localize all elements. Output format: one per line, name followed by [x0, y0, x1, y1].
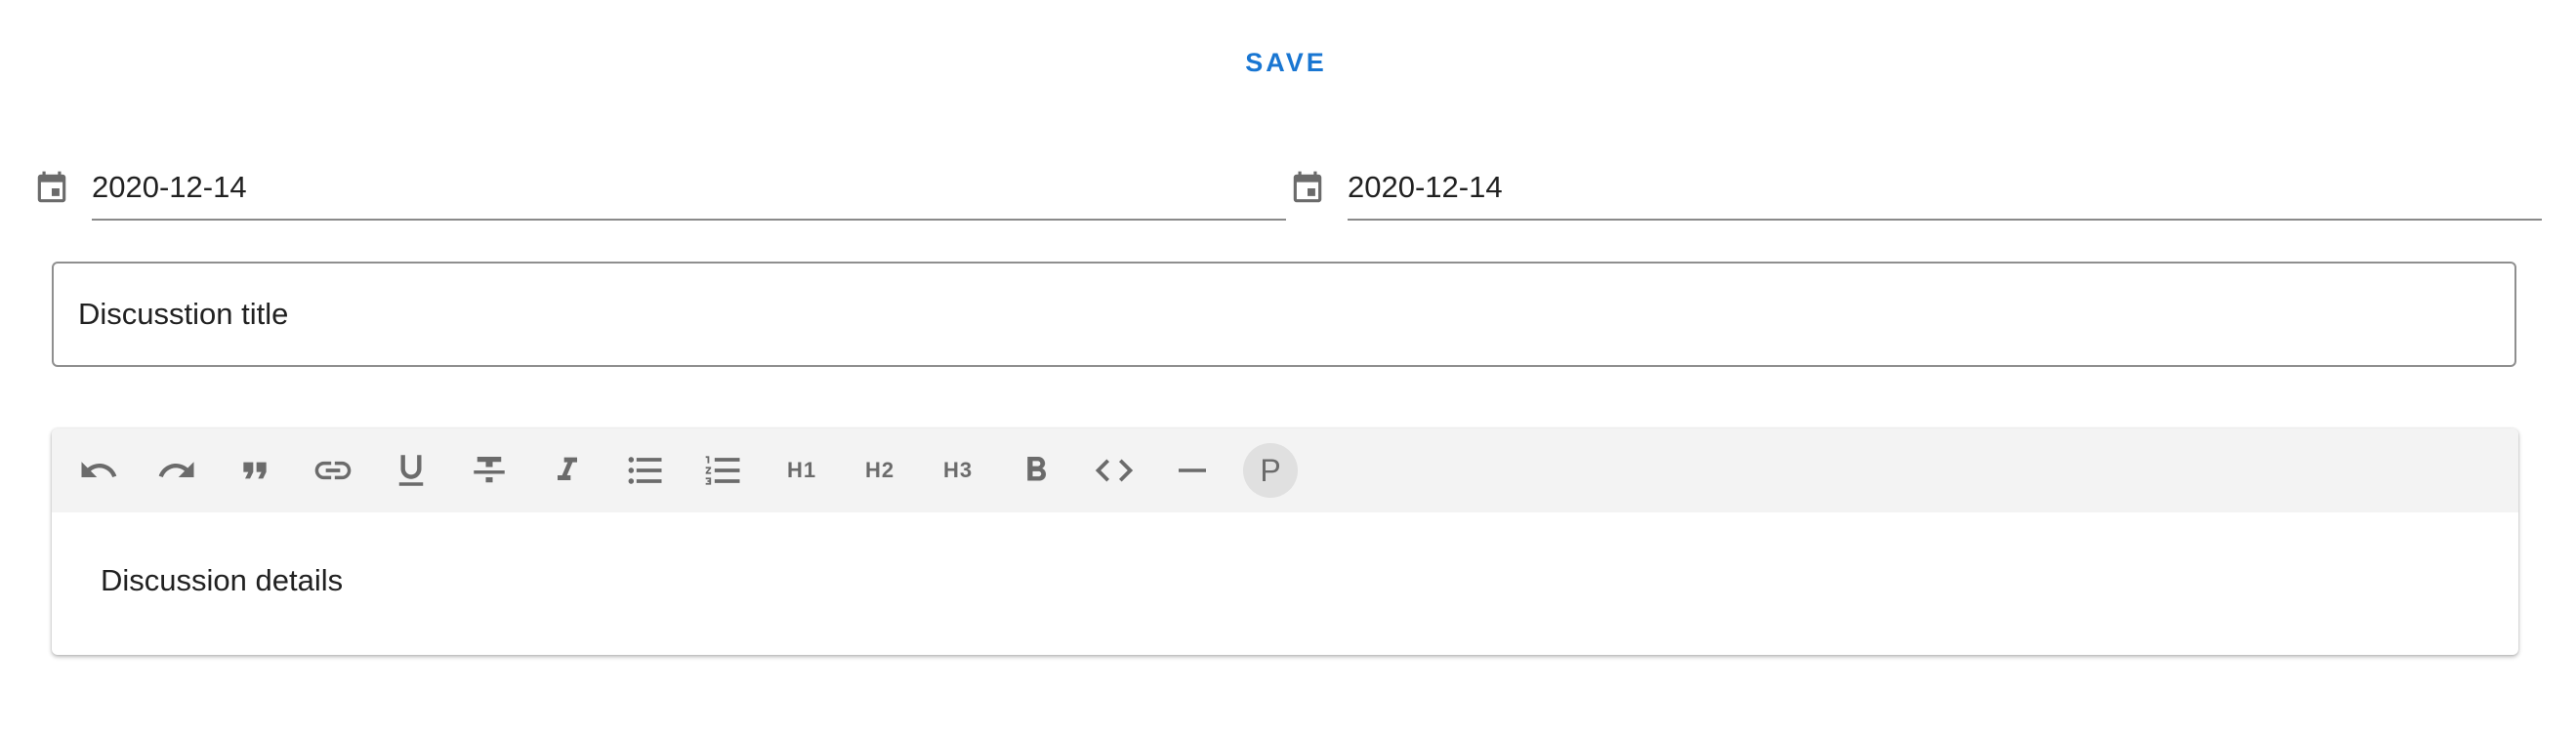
heading-1-button[interactable]: H1	[774, 443, 829, 498]
paragraph-button[interactable]: P	[1243, 443, 1298, 498]
numbered-list-button[interactable]	[696, 443, 751, 498]
end-date-field	[1287, 156, 2542, 221]
discussion-title-field	[52, 262, 2516, 367]
quote-icon	[243, 462, 267, 479]
bold-icon	[1027, 457, 1047, 481]
undo-icon	[81, 462, 117, 477]
horizontal-rule-button[interactable]	[1165, 443, 1220, 498]
underline-button[interactable]	[384, 443, 438, 498]
bulleted-list-button[interactable]	[618, 443, 673, 498]
start-date-field	[31, 156, 1286, 221]
editor-content[interactable]: Discussion details	[52, 512, 2518, 598]
undo-button[interactable]	[71, 443, 126, 498]
heading-3-button[interactable]: H3	[931, 443, 985, 498]
link-icon	[314, 461, 352, 480]
horizontal-rule-icon	[1179, 468, 1206, 472]
rich-text-editor: H1 H2 H3 P Discussion details	[52, 428, 2518, 655]
paragraph-icon: P	[1260, 452, 1281, 488]
italic-icon	[558, 457, 577, 480]
calendar-icon[interactable]	[1287, 166, 1328, 211]
calendar-icon[interactable]	[31, 166, 72, 211]
redo-icon	[158, 462, 194, 477]
editor-placeholder: Discussion details	[101, 563, 344, 597]
bold-button[interactable]	[1009, 443, 1063, 498]
blockquote-button[interactable]	[228, 443, 282, 498]
strikethrough-icon	[474, 457, 505, 483]
end-date-input[interactable]	[1348, 156, 2542, 221]
save-button[interactable]: SAVE	[1203, 35, 1369, 90]
code-button[interactable]	[1087, 443, 1142, 498]
link-button[interactable]	[306, 443, 360, 498]
redo-button[interactable]	[149, 443, 204, 498]
code-icon	[1095, 459, 1134, 482]
editor-toolbar: H1 H2 H3 P	[52, 428, 2518, 512]
italic-button[interactable]	[540, 443, 595, 498]
discussion-title-input[interactable]	[76, 296, 2514, 333]
underline-icon	[398, 455, 424, 486]
bulleted-list-icon	[628, 457, 662, 484]
strikethrough-button[interactable]	[462, 443, 517, 498]
start-date-input[interactable]	[92, 156, 1286, 221]
numbered-list-icon	[705, 456, 740, 485]
heading-2-button[interactable]: H2	[852, 443, 907, 498]
